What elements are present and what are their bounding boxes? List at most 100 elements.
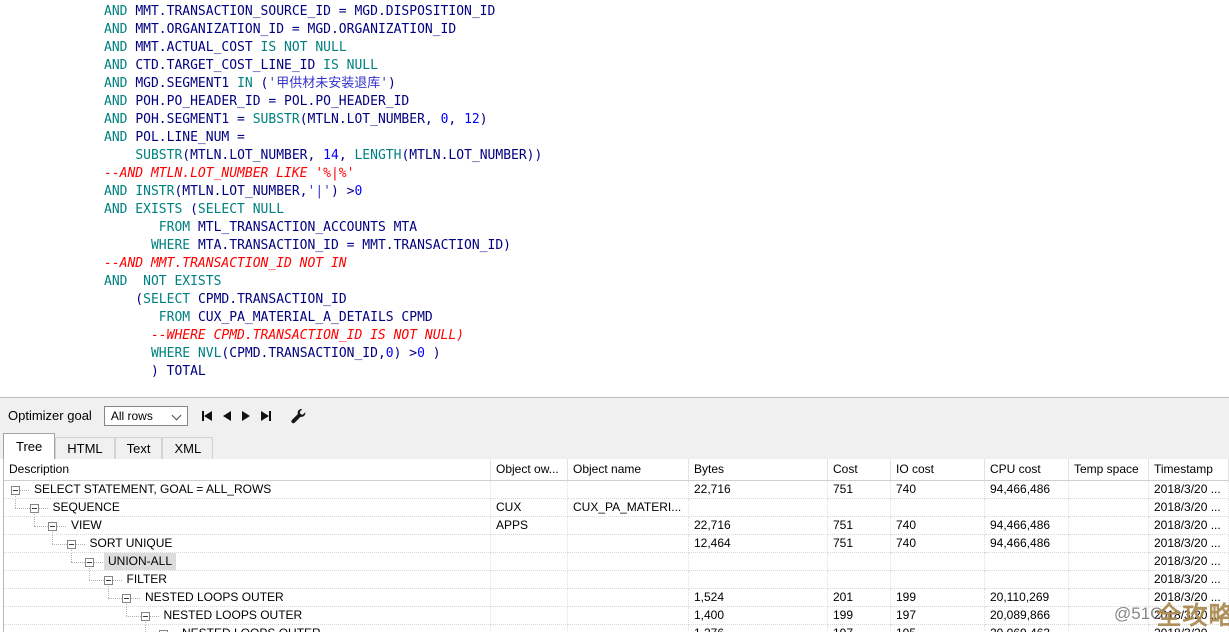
plan-tree-row[interactable]: SELECT STATEMENT, GOAL = ALL_ROWS 22,716 7… bbox=[4, 481, 1229, 499]
cell-timestamp: 2018/3/20 ... bbox=[1149, 499, 1229, 517]
cell-owner bbox=[491, 553, 568, 571]
record-navigation bbox=[202, 410, 282, 422]
plan-toolbar: Optimizer goal All rows bbox=[0, 398, 1229, 433]
expand-collapse-icon[interactable] bbox=[67, 540, 76, 549]
sql-code-line: AND MGD.SEGMENT1 IN ('甲供材未安装退库') bbox=[104, 75, 1229, 93]
cell-bytes bbox=[689, 499, 828, 517]
cell-cost: 197 bbox=[828, 625, 891, 632]
tab-text[interactable]: Text bbox=[115, 437, 163, 459]
cell-bytes: 1,524 bbox=[689, 589, 828, 607]
sql-code-line: AND INSTR(MTLN.LOT_NUMBER,'|') >0 bbox=[104, 183, 1229, 201]
row-description: NESTED LOOPS OUTER bbox=[4, 589, 491, 607]
cell-io_cost: 195 bbox=[891, 625, 985, 632]
plan-grid[interactable]: DescriptionObject ow...Object nameBytesC… bbox=[3, 459, 1229, 632]
expand-collapse-icon[interactable] bbox=[85, 558, 94, 567]
last-record-button[interactable] bbox=[261, 410, 271, 422]
cell-cpu_cost: 20,089,866 bbox=[985, 607, 1069, 625]
cell-io_cost: 740 bbox=[891, 535, 985, 553]
column-header[interactable]: Object ow... bbox=[491, 459, 568, 481]
column-header[interactable]: IO cost bbox=[891, 459, 985, 481]
sql-code-line: AND POH.SEGMENT1 = SUBSTR(MTLN.LOT_NUMBE… bbox=[104, 111, 1229, 129]
cell-owner bbox=[491, 589, 568, 607]
optimizer-goal-select[interactable]: All rows bbox=[104, 406, 188, 426]
plan-tree-row[interactable]: FILTER2018/3/20 ... bbox=[4, 571, 1229, 589]
row-description: VIEW bbox=[4, 517, 491, 535]
cell-io_cost: 740 bbox=[891, 481, 985, 499]
cell-temp bbox=[1069, 499, 1149, 517]
cell-owner bbox=[491, 571, 568, 589]
cell-cost: 751 bbox=[828, 517, 891, 535]
wrench-icon bbox=[290, 408, 306, 424]
first-record-button[interactable] bbox=[202, 410, 212, 422]
sql-code-line: AND MMT.TRANSACTION_SOURCE_ID = MGD.DISP… bbox=[104, 3, 1229, 21]
cell-name bbox=[568, 553, 689, 571]
row-description: SELECT STATEMENT, GOAL = ALL_ROWS bbox=[4, 481, 491, 499]
node-label: NESTED LOOPS OUTER bbox=[178, 625, 325, 632]
settings-wrench-button[interactable] bbox=[290, 408, 306, 424]
expand-collapse-icon[interactable] bbox=[30, 504, 39, 513]
row-description: SORT UNIQUE bbox=[4, 535, 491, 553]
column-header[interactable]: Timestamp bbox=[1149, 459, 1229, 481]
cell-cpu_cost bbox=[985, 571, 1069, 589]
cell-cpu_cost bbox=[985, 499, 1069, 517]
plan-tree-row[interactable]: NESTED LOOPS OUTER1,52420119920,110,2692… bbox=[4, 589, 1229, 607]
node-label: VIEW bbox=[67, 517, 106, 535]
sql-code-line: --AND MTLN.LOT_NUMBER LIKE '%|%' bbox=[104, 165, 1229, 183]
plan-tree-row[interactable]: SEQUENCECUXCUX_PA_MATERI...2018/3/20 ... bbox=[4, 499, 1229, 517]
column-header[interactable]: CPU cost bbox=[985, 459, 1069, 481]
plan-tree-row[interactable]: UNION-ALL2018/3/20 ... bbox=[4, 553, 1229, 571]
cell-owner bbox=[491, 535, 568, 553]
cell-bytes bbox=[689, 571, 828, 589]
tab-tree[interactable]: Tree bbox=[3, 433, 55, 459]
expand-collapse-icon[interactable] bbox=[11, 486, 20, 495]
prior-record-button[interactable] bbox=[223, 410, 231, 422]
column-header[interactable]: Description bbox=[4, 459, 491, 481]
grid-header: DescriptionObject ow...Object nameBytesC… bbox=[4, 459, 1229, 481]
row-description: NESTED LOOPS OUTER bbox=[4, 625, 491, 632]
tab-html[interactable]: HTML bbox=[55, 437, 114, 459]
plan-tree-row[interactable]: SORT UNIQUE12,46475174094,466,4862018/3/… bbox=[4, 535, 1229, 553]
expand-collapse-icon[interactable] bbox=[141, 612, 150, 621]
cell-bytes: 22,716 bbox=[689, 481, 828, 499]
sql-code-line: AND POH.PO_HEADER_ID = POL.PO_HEADER_ID bbox=[104, 93, 1229, 111]
row-description: NESTED LOOPS OUTER bbox=[4, 607, 491, 625]
plan-tree-row[interactable]: VIEWAPPS22,71675174094,466,4862018/3/20 … bbox=[4, 517, 1229, 535]
next-record-button[interactable] bbox=[242, 410, 250, 422]
sql-code-line: AND MMT.ACTUAL_COST IS NOT NULL bbox=[104, 39, 1229, 57]
plan-tree-row[interactable]: NESTED LOOPS OUTER1,40019919720,089,8662… bbox=[4, 607, 1229, 625]
cell-io_cost: 740 bbox=[891, 517, 985, 535]
cell-name bbox=[568, 589, 689, 607]
last-record-icon bbox=[261, 411, 269, 421]
cell-cpu_cost: 94,466,486 bbox=[985, 517, 1069, 535]
sql-code-line: --WHERE CPMD.TRANSACTION_ID IS NOT NULL) bbox=[104, 327, 1229, 345]
sql-code-line: ) TOTAL bbox=[104, 363, 1229, 381]
sql-code-line: FROM MTL_TRANSACTION_ACCOUNTS MTA bbox=[104, 219, 1229, 237]
expand-collapse-icon[interactable] bbox=[104, 576, 113, 585]
optimizer-goal-value: All rows bbox=[111, 409, 153, 423]
sql-code-line: AND POL.LINE_NUM = bbox=[104, 129, 1229, 147]
cell-owner: APPS bbox=[491, 517, 568, 535]
cell-timestamp: 2018/3/20 bbox=[1149, 625, 1229, 632]
cell-cost bbox=[828, 499, 891, 517]
cell-temp bbox=[1069, 589, 1149, 607]
cell-io_cost: 197 bbox=[891, 607, 985, 625]
sql-code-line: WHERE MTA.TRANSACTION_ID = MMT.TRANSACTI… bbox=[104, 237, 1229, 255]
cell-temp bbox=[1069, 535, 1149, 553]
column-header[interactable]: Object name bbox=[568, 459, 689, 481]
column-header[interactable]: Bytes bbox=[689, 459, 828, 481]
sql-editor[interactable]: AND MMT.TRANSACTION_SOURCE_ID = MGD.DISP… bbox=[0, 0, 1229, 398]
column-header[interactable]: Temp space bbox=[1069, 459, 1149, 481]
sql-code: AND MMT.TRANSACTION_SOURCE_ID = MGD.DISP… bbox=[0, 0, 1229, 381]
sql-code-line: SUBSTR(MTLN.LOT_NUMBER, 14, LENGTH(MTLN.… bbox=[104, 147, 1229, 165]
column-header[interactable]: Cost bbox=[828, 459, 891, 481]
node-label: SORT UNIQUE bbox=[86, 535, 177, 553]
cell-temp bbox=[1069, 517, 1149, 535]
plan-tree-row[interactable]: NESTED LOOPS OUTER1,27619719520,069,4632… bbox=[4, 625, 1229, 632]
expand-collapse-icon[interactable] bbox=[48, 522, 57, 531]
expand-collapse-icon[interactable] bbox=[122, 594, 131, 603]
grid-body: SELECT STATEMENT, GOAL = ALL_ROWS22,7167… bbox=[4, 481, 1229, 632]
cell-name bbox=[568, 481, 689, 499]
tab-xml[interactable]: XML bbox=[162, 437, 213, 459]
cell-cpu_cost bbox=[985, 553, 1069, 571]
row-description: UNION-ALL bbox=[4, 553, 491, 571]
